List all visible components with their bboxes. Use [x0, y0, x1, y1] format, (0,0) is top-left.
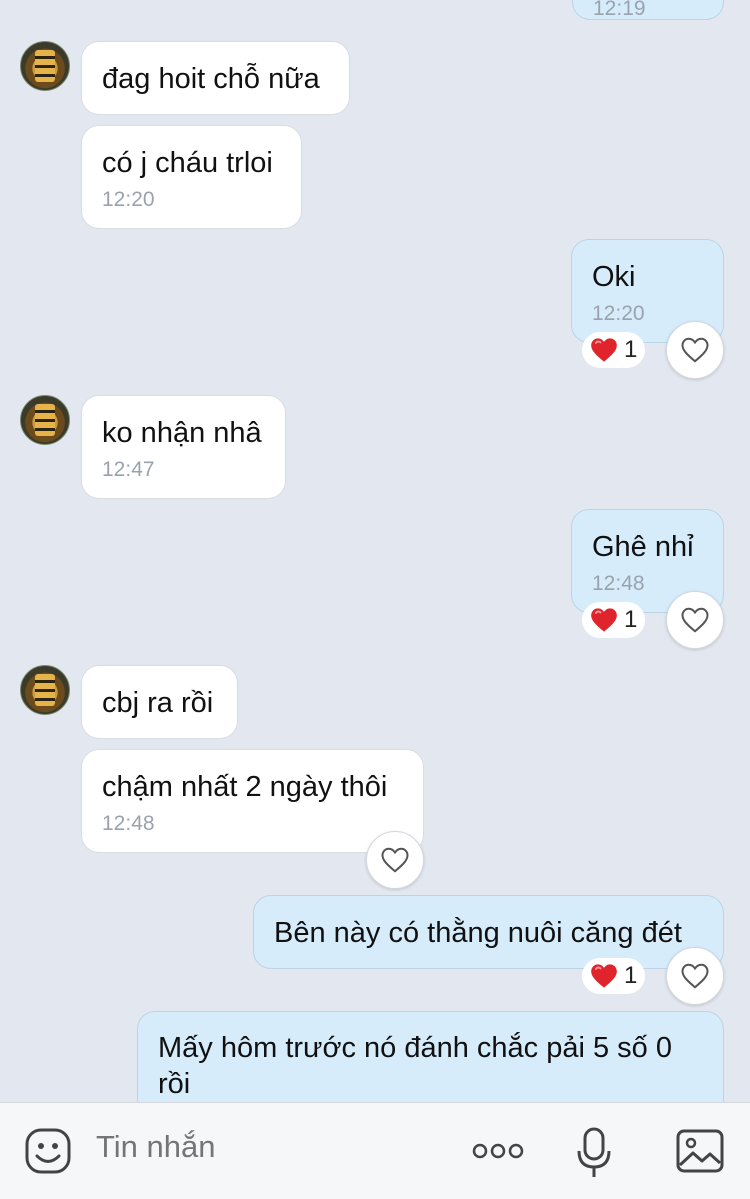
heart-filled-icon: [591, 608, 617, 632]
message-bubble-incoming[interactable]: đag hoit chỗ nữa: [81, 41, 350, 115]
avatar[interactable]: [20, 41, 70, 91]
heart-outline-icon: [681, 963, 709, 989]
message-bubble-incoming[interactable]: cbj ra rồi: [81, 665, 238, 739]
heart-filled-icon: [591, 964, 617, 988]
message-time: 12:47: [102, 458, 155, 481]
message-time: 12:48: [102, 812, 155, 835]
reaction-count: 1: [624, 962, 638, 989]
message-text: cbj ra rồi: [102, 687, 214, 719]
message-time: 12:20: [102, 188, 155, 211]
more-icon[interactable]: [472, 1141, 524, 1161]
message-text: Ghê nhỉ: [592, 531, 694, 563]
message-text: ko nhận nhâ: [102, 417, 262, 449]
microphone-icon[interactable]: [576, 1127, 612, 1179]
message-text: có j cháu trloi: [102, 147, 273, 179]
image-icon[interactable]: [676, 1129, 724, 1173]
emoji-icon[interactable]: [24, 1127, 72, 1175]
chat-thread[interactable]: 12:19 đag hoit chỗ nữa có j cháu trloi 1…: [0, 0, 750, 1102]
heart-outline-icon: [681, 607, 709, 633]
message-bubble-incoming[interactable]: có j cháu trloi 12:20: [81, 125, 302, 229]
message-input[interactable]: [96, 1129, 436, 1165]
heart-outline-icon: [681, 337, 709, 363]
message-text: chậm nhất 2 ngày thôi: [102, 771, 388, 803]
message-text: Oki: [592, 261, 636, 293]
like-button[interactable]: [666, 947, 724, 1005]
message-text: Mấy hôm trước nó đánh chắc pải 5 số 0 rồ…: [158, 1032, 672, 1100]
reaction-count: 1: [624, 606, 638, 633]
heart-filled-icon: [591, 338, 617, 362]
message-text: đag hoit chỗ nữa: [102, 63, 320, 95]
avatar[interactable]: [20, 395, 70, 445]
composer-bar: [0, 1102, 750, 1199]
message-bubble-incoming[interactable]: chậm nhất 2 ngày thôi 12:48: [81, 749, 424, 853]
heart-outline-icon: [381, 847, 409, 873]
reaction-summary[interactable]: 1: [582, 602, 646, 638]
reaction-summary[interactable]: 1: [582, 958, 646, 994]
message-time: 12:19: [593, 0, 646, 20]
reaction-summary[interactable]: 1: [582, 332, 646, 368]
message-text: Bên này có thằng nuôi căng đét: [274, 917, 682, 949]
message-bubble-outgoing[interactable]: 12:19: [572, 0, 724, 20]
message-bubble-incoming[interactable]: ko nhận nhâ 12:47: [81, 395, 286, 499]
message-bubble-outgoing[interactable]: Mấy hôm trước nó đánh chắc pải 5 số 0 rồ…: [137, 1011, 724, 1102]
reaction-count: 1: [624, 336, 638, 363]
like-button[interactable]: [666, 591, 724, 649]
like-button[interactable]: [666, 321, 724, 379]
message-bubble-outgoing[interactable]: Bên này có thằng nuôi căng đét: [253, 895, 724, 969]
like-button[interactable]: [366, 831, 424, 889]
avatar[interactable]: [20, 665, 70, 715]
